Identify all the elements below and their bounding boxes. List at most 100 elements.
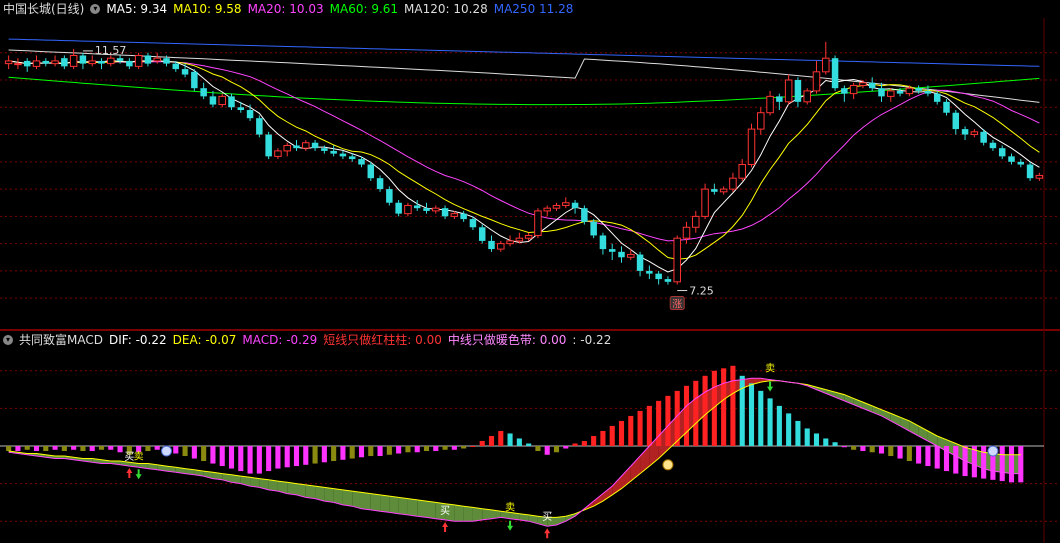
- candle-body-up: [905, 87, 914, 95]
- candle-body-down: [794, 80, 802, 102]
- candle-body-up: [432, 207, 440, 212]
- macd-histogram-bar: [758, 390, 764, 446]
- candle-body-down: [237, 107, 245, 110]
- candle-body-up: [803, 90, 811, 103]
- macd-histogram-bar: [423, 446, 430, 452]
- macd-histogram-bar: [488, 435, 495, 446]
- macd-histogram-bar: [43, 446, 49, 452]
- sell-signal-label: 卖: [505, 502, 515, 514]
- macd-histogram-bar: [535, 446, 541, 452]
- macd-histogram-bar: [748, 383, 755, 446]
- macd-histogram-bar: [117, 446, 123, 453]
- macd-histogram-bar: [925, 446, 931, 467]
- macd-histogram-bar: [266, 446, 272, 472]
- macd-histogram-bar: [15, 446, 21, 452]
- macd-histogram-bar: [498, 430, 504, 446]
- sell-arrow-icon: [135, 469, 142, 480]
- ma5-line: [8, 59, 1040, 273]
- macd-histogram-bar: [89, 446, 95, 452]
- high-price-label: 11.57: [95, 44, 127, 57]
- candle-body-up: [970, 131, 979, 136]
- macd-histogram-bar: [795, 420, 801, 446]
- cool-band-segment: [426, 501, 436, 519]
- macd-histogram-bar: [646, 405, 652, 446]
- candle-body-up: [729, 177, 737, 190]
- money-bag-icon: [662, 459, 674, 471]
- macd-histogram-bar: [693, 380, 699, 446]
- candle-body-up: [534, 210, 542, 236]
- cool-band-segment: [472, 507, 483, 522]
- candle-body-down: [376, 178, 384, 190]
- warm-band-segment: [602, 486, 613, 502]
- cool-band-segment: [305, 484, 316, 499]
- candle-body-up: [302, 142, 310, 149]
- candle-body-down: [79, 55, 87, 64]
- macd-histogram-bar: [544, 446, 550, 455]
- macd-histogram-bar: [572, 443, 578, 446]
- candle-body-down: [228, 96, 235, 108]
- candle-body-down: [896, 90, 904, 94]
- candle-body-up: [719, 188, 728, 193]
- buy-signal-label: 买: [440, 505, 450, 517]
- candle-body-down: [358, 159, 365, 165]
- candle-body-up: [69, 54, 78, 67]
- sell-arrow-icon: [507, 520, 514, 531]
- sell-arrow-icon: [767, 381, 774, 392]
- candle-body-down: [321, 148, 328, 151]
- candle-body-down: [998, 148, 1006, 157]
- macd-histogram-bar: [331, 446, 337, 462]
- cool-band-segment: [454, 504, 464, 522]
- macd-histogram-bar: [860, 446, 866, 452]
- candle-body-up: [450, 213, 459, 217]
- macd-histogram-bar: [1018, 446, 1024, 483]
- candle-body-up: [506, 240, 514, 245]
- candle-body-up: [849, 84, 858, 95]
- candle-body-up: [218, 95, 226, 106]
- candle-body-up: [673, 237, 681, 283]
- macd-histogram-bar: [888, 446, 894, 457]
- macd-histogram-bar: [999, 446, 1005, 482]
- candle-body-up: [812, 71, 821, 92]
- macd-histogram-bar: [210, 446, 216, 464]
- sell-signal-label: 卖: [765, 363, 775, 375]
- cool-band-segment: [389, 496, 399, 514]
- macd-histogram-bar: [516, 438, 522, 446]
- macd-histogram-bar: [618, 420, 625, 446]
- macd-histogram-bar: [358, 446, 365, 458]
- cool-band-segment: [342, 489, 353, 507]
- candle-body-down: [246, 110, 254, 119]
- buy-arrow-icon: [126, 468, 133, 479]
- macd-histogram-bar: [609, 425, 615, 446]
- macd-histogram-bar: [869, 446, 875, 453]
- candle-body-down: [116, 58, 124, 61]
- candle-body-up: [887, 90, 895, 97]
- macd-histogram-bar: [238, 446, 244, 472]
- candle-body-up: [747, 128, 756, 166]
- candle-body-down: [441, 208, 449, 217]
- macd-histogram-bar: [433, 446, 439, 452]
- macd-histogram-bar: [275, 446, 281, 469]
- rise-tag-label: 涨: [672, 299, 682, 311]
- macd-histogram-bar: [24, 446, 30, 450]
- candle-body-down: [163, 58, 170, 64]
- macd-histogram-bar: [1008, 446, 1015, 483]
- candle-body-down: [989, 142, 997, 149]
- candle-body-down: [386, 189, 393, 203]
- macd-histogram-bar: [683, 385, 690, 446]
- macd-histogram-bar: [191, 446, 197, 459]
- macd-histogram-bar: [405, 446, 411, 453]
- candle-body-up: [627, 254, 635, 258]
- candle-body-down: [413, 205, 421, 209]
- candle-body-down: [256, 118, 263, 135]
- macd-histogram-bar: [145, 446, 151, 452]
- macd-histogram-bar: [563, 446, 569, 449]
- macd-histogram-bar: [581, 440, 587, 446]
- candle-body-down: [395, 202, 402, 214]
- macd-histogram-bar: [897, 446, 903, 459]
- stock-chart[interactable]: 11.577.25涨买 卖买 卖买卖: [0, 0, 1060, 543]
- macd-histogram-bar: [201, 446, 207, 462]
- candle-body-down: [200, 88, 207, 97]
- candle-body-up: [14, 63, 22, 66]
- cool-band-segment: [268, 479, 278, 492]
- macd-histogram-bar: [851, 446, 857, 450]
